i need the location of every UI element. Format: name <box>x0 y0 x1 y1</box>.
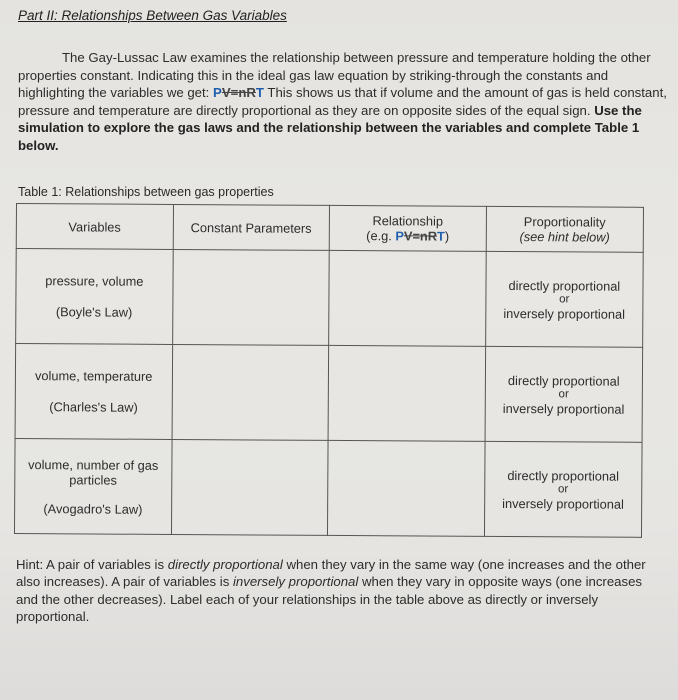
option-or: or <box>558 387 569 400</box>
cell-constant-parameters[interactable] <box>171 344 329 441</box>
cell-proportionality[interactable]: directly proportional or inversely propo… <box>484 441 643 538</box>
table-row: volume, number of gas particles (Avogadr… <box>14 438 643 538</box>
gas-relationships-table: Variables Constant Parameters Relationsh… <box>14 203 644 538</box>
header-proportionality-label: Proportionality <box>523 214 606 230</box>
table-row: pressure, volume (Boyle's Law) directly … <box>15 248 644 348</box>
option-or: or <box>557 482 569 495</box>
table-caption: Table 1: Relationships between gas prope… <box>18 185 274 199</box>
header-variables: Variables <box>16 203 174 250</box>
option-directly-proportional[interactable]: directly proportional <box>490 277 638 294</box>
intro-paragraph: The Gay-Lussac Law examines the relation… <box>18 49 673 155</box>
cell-constant-parameters[interactable] <box>171 439 329 536</box>
option-inversely-proportional[interactable]: inversely proportional <box>489 400 637 416</box>
option-inversely-proportional[interactable]: inversely proportional <box>490 305 638 321</box>
cell-proportionality[interactable]: directly proportional or inversely propo… <box>485 251 644 348</box>
hint-term-direct: directly proportional <box>167 557 283 572</box>
law-name: (Boyle's Law) <box>55 304 133 320</box>
law-name: (Avogadro's Law) <box>43 500 143 517</box>
cell-constant-parameters[interactable] <box>172 249 330 346</box>
hint-paragraph: Hint: A pair of variables is directly pr… <box>16 556 666 626</box>
eq-const-n: n <box>419 228 428 244</box>
cell-relationship[interactable] <box>327 440 485 537</box>
section-title: Part II: Relationships Between Gas Varia… <box>18 8 287 23</box>
header-proportionality-note: (see hint below) <box>519 229 610 245</box>
eq-var-t: T <box>436 228 445 244</box>
option-directly-proportional[interactable]: directly proportional <box>490 372 638 389</box>
eq-var-t: T <box>255 85 264 101</box>
option-inversely-proportional[interactable]: inversely proportional <box>489 495 637 511</box>
option-directly-proportional[interactable]: directly proportional <box>489 467 637 484</box>
header-constant-parameters: Constant Parameters <box>172 204 330 251</box>
cell-variables: pressure, volume (Boyle's Law) <box>15 248 173 345</box>
example-prefix: (e.g. <box>366 228 396 244</box>
cell-relationship[interactable] <box>328 345 486 442</box>
table-row: volume, temperature (Charles's Law) dire… <box>15 343 643 443</box>
variables-text: pressure, volume <box>45 273 144 289</box>
header-proportionality: Proportionality (see hint below) <box>485 206 644 253</box>
worksheet-page: Part II: Relationships Between Gas Varia… <box>0 0 678 700</box>
law-name: (Charles's Law) <box>49 399 138 415</box>
header-relationship-label: Relationship <box>372 213 444 229</box>
cell-proportionality[interactable]: directly proportional or inversely propo… <box>484 346 643 443</box>
eq-var-p: P <box>395 228 404 244</box>
variables-text: volume, temperature <box>35 368 153 384</box>
eq-var-p: P <box>213 85 222 101</box>
option-or: or <box>559 292 570 305</box>
eq-const-v: V <box>403 228 413 244</box>
ideal-gas-equation: PV=nRT <box>213 85 264 100</box>
eq-const-r: R <box>427 228 438 244</box>
table-header-row: Variables Constant Parameters Relationsh… <box>16 203 644 253</box>
hint-term-inverse: inversely proportional <box>232 574 359 590</box>
header-relationship: Relationship (e.g. PV=nRT) <box>329 205 487 252</box>
header-relationship-example: (e.g. PV=nRT) <box>334 228 482 244</box>
hint-prefix: Hint: A pair of variables is <box>16 557 168 572</box>
cell-variables: volume, number of gas particles (Avogadr… <box>14 438 172 535</box>
eq-const-v: V <box>221 85 231 101</box>
cell-relationship[interactable] <box>328 250 486 347</box>
cell-variables: volume, temperature (Charles's Law) <box>15 343 173 440</box>
variables-text: volume, number of gas particles <box>28 456 159 488</box>
example-suffix: ) <box>444 228 450 244</box>
eq-const-r: R <box>246 85 256 101</box>
